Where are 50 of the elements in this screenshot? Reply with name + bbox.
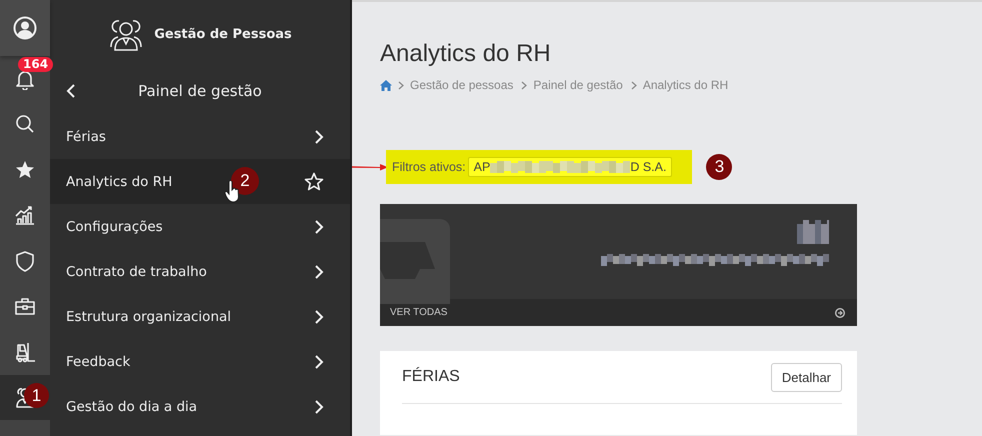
forklift-icon: [14, 340, 36, 363]
chevron-right-icon: [521, 80, 528, 90]
menu-item[interactable]: Configurações: [50, 204, 350, 249]
home-icon: [380, 80, 392, 90]
menu-item-label: Analytics do RH: [66, 174, 172, 190]
profile-button[interactable]: [0, 0, 50, 56]
briefcase-icon: [14, 295, 36, 318]
menu-item[interactable]: Feedback: [50, 339, 350, 384]
menu-item-label: Estrutura organizacional: [66, 308, 232, 324]
page-title: Analytics do RH: [380, 40, 552, 68]
chevron-left-icon: [66, 84, 76, 98]
star-outline-icon: [304, 172, 324, 192]
chevron-right-icon: [314, 400, 324, 414]
people-icon: [108, 17, 144, 51]
annotation-marker: 2: [231, 167, 259, 195]
menu-item-label: Feedback: [66, 354, 130, 370]
chevron-right-icon: [314, 310, 324, 324]
arrow-icon: [352, 163, 388, 171]
chevron-right-icon: [314, 354, 324, 368]
card-title: FÉRIAS: [402, 368, 460, 386]
menu-item-label: Configurações: [66, 218, 163, 234]
star-icon: [14, 158, 36, 181]
search-icon: [14, 113, 36, 136]
menu-title: Painel de gestão: [137, 82, 263, 100]
filter-value: AP: [474, 160, 490, 174]
filter-value: D S.A.: [630, 160, 666, 174]
notification-badge: 164: [18, 57, 54, 72]
chart-icon: [14, 204, 36, 226]
menu-item[interactable]: Analytics do RH 2: [50, 159, 350, 204]
chevron-right-icon: [630, 80, 637, 90]
shield-icon: [14, 250, 36, 272]
menu-item-label: Gestão do dia a dia: [66, 398, 198, 414]
menu-item-label: Contrato de trabalho: [66, 264, 207, 280]
menu-item[interactable]: Gestão do dia a dia: [50, 384, 350, 429]
annotation-marker: 3: [706, 154, 732, 180]
menu-item[interactable]: Estrutura organizacional: [50, 294, 350, 339]
chevron-right-icon: [398, 80, 404, 90]
menu-item[interactable]: Contrato de trabalho: [50, 249, 350, 294]
filter-label: Filtros ativos:: [392, 160, 466, 174]
arrow-circle-icon: [835, 308, 845, 318]
hand-cursor-icon: [224, 181, 240, 203]
menu-item-label: Férias: [66, 128, 106, 144]
detail-button[interactable]: Detalhar: [770, 362, 842, 392]
menu-item[interactable]: Férias: [50, 114, 350, 159]
user-icon: [13, 16, 37, 40]
chevron-right-icon: [314, 130, 324, 144]
module-title: Gestão de Pessoas: [154, 26, 292, 42]
chevron-right-icon: [314, 264, 324, 278]
view-all-link[interactable]: VER TODAS: [390, 307, 448, 318]
chevron-right-icon: [314, 220, 324, 234]
